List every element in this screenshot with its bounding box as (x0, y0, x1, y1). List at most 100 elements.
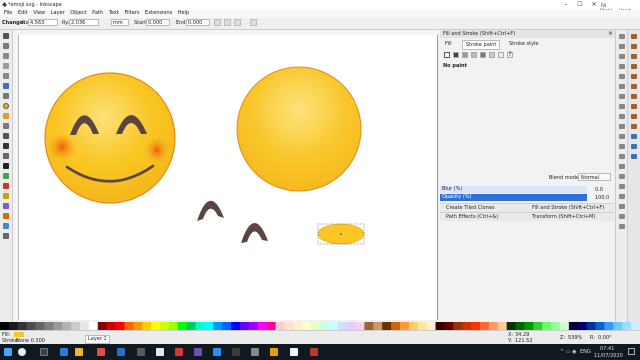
selector-tool-icon[interactable] (3, 33, 9, 39)
app3-icon[interactable] (310, 348, 318, 356)
palette-swatch[interactable] (497, 322, 507, 330)
unit-select[interactable]: mm (111, 19, 129, 26)
clock-time[interactable]: 07:41 (600, 346, 614, 352)
eraser-tool-icon[interactable] (3, 183, 9, 189)
duplicate-icon[interactable] (619, 144, 625, 149)
tweak-tool-icon[interactable] (3, 53, 9, 59)
layers-icon[interactable] (619, 204, 625, 209)
paint-bucket-tool-icon[interactable] (3, 193, 9, 199)
save-icon[interactable] (619, 54, 625, 59)
palette-swatch[interactable] (35, 322, 45, 330)
palette-swatch[interactable] (168, 322, 179, 330)
gradient-tool-icon[interactable] (3, 203, 9, 209)
fill-stroke-icon[interactable] (619, 184, 625, 189)
palette-swatch[interactable] (71, 322, 81, 330)
align-icon[interactable] (619, 224, 625, 229)
close-window-icon[interactable]: ✕ (588, 1, 600, 9)
palette-swatches[interactable] (0, 322, 640, 330)
search-icon[interactable] (18, 348, 26, 356)
snap-toggle-icon[interactable] (631, 34, 637, 39)
swatch-button[interactable] (498, 52, 504, 58)
menu-view[interactable]: View (33, 10, 45, 17)
calligraphy-tool-icon[interactable] (3, 153, 9, 159)
3d-box-tool-icon[interactable] (3, 93, 9, 99)
ry-input[interactable]: 2.036 (69, 19, 99, 26)
windows-start-icon[interactable] (4, 348, 12, 356)
edge-icon[interactable] (60, 348, 68, 356)
zoom-fit-icon[interactable] (619, 134, 625, 139)
settings-icon[interactable] (251, 348, 259, 356)
palette-swatch[interactable] (231, 322, 241, 330)
undo-icon[interactable] (619, 94, 625, 99)
palette-swatch[interactable] (542, 322, 552, 330)
snap-node-icon[interactable] (631, 74, 637, 79)
palette-swatch[interactable] (151, 322, 161, 330)
close-icon[interactable]: × (608, 30, 613, 37)
palette-swatch[interactable] (382, 322, 392, 330)
notifications-icon[interactable] (628, 348, 635, 355)
palette-swatch[interactable] (53, 322, 63, 330)
palette-swatch[interactable] (195, 322, 205, 330)
blur-slider[interactable]: Blur (%) (440, 186, 587, 193)
dock-path-effects[interactable]: Path Effects (Ctrl+&) (446, 213, 498, 221)
menu-file[interactable]: File (4, 10, 12, 17)
menu-filters[interactable]: Filters (124, 10, 139, 17)
redo-icon[interactable] (619, 104, 625, 109)
zoom-tool-icon[interactable] (3, 63, 9, 69)
clock-date[interactable]: 11/07/2020 (594, 353, 623, 359)
palette-swatch[interactable] (604, 322, 614, 330)
zoom-value[interactable]: 539% (568, 335, 582, 341)
palette-swatch[interactable] (204, 322, 214, 330)
menu-extensions[interactable]: Extensions (145, 10, 172, 17)
snap-intersection-icon[interactable] (631, 94, 637, 99)
dock-transform[interactable]: Transform (Shift+Ctrl+M) (532, 213, 595, 221)
palette-swatch[interactable] (17, 322, 27, 330)
print-icon[interactable] (619, 64, 625, 69)
clone-icon[interactable] (619, 154, 625, 159)
dropper-tool-icon[interactable] (3, 223, 9, 229)
tab-fill[interactable]: Fill (442, 40, 455, 48)
pen-tool-icon[interactable] (3, 143, 9, 149)
palette-swatch[interactable] (328, 322, 339, 330)
menu-layer[interactable]: Layer (51, 10, 65, 17)
flat-color-button[interactable] (453, 52, 459, 58)
pattern-button[interactable] (489, 52, 495, 58)
palette-swatch[interactable] (302, 322, 312, 330)
rx-input[interactable]: 4.563 (28, 19, 58, 26)
palette-swatch[interactable] (622, 322, 632, 330)
no-paint-button[interactable] (444, 52, 450, 58)
file-explorer-icon[interactable] (75, 348, 83, 356)
palette-swatch[interactable] (480, 322, 490, 330)
snap-midpoint-icon[interactable] (631, 104, 637, 109)
palette-swatch[interactable] (533, 322, 543, 330)
palette-swatch[interactable] (62, 322, 72, 330)
palette-swatch[interactable] (462, 322, 472, 330)
palette-swatch[interactable] (248, 322, 259, 330)
segment-button[interactable] (224, 19, 231, 26)
pencil-tool-icon[interactable] (3, 133, 9, 139)
smiling-emoji[interactable] (44, 72, 176, 204)
palette-swatch[interactable] (506, 322, 516, 330)
palette-swatch[interactable] (524, 322, 534, 330)
palette-swatch[interactable] (266, 322, 276, 330)
mesh-gradient-button[interactable] (480, 52, 486, 58)
spiral-tool-icon[interactable] (3, 123, 9, 129)
palette-swatch[interactable] (471, 322, 481, 330)
opacity-value[interactable]: 100.0 (595, 195, 609, 201)
palette-swatch[interactable] (613, 322, 623, 330)
arch-piece-left[interactable] (197, 200, 224, 221)
palette-swatch[interactable] (106, 322, 116, 330)
tray-icons[interactable]: ^ ▭ ◉ (560, 349, 576, 355)
palette-swatch[interactable] (373, 322, 383, 330)
drawing-canvas[interactable] (19, 35, 438, 320)
rectangle-tool-icon[interactable] (3, 83, 9, 89)
minimize-icon[interactable]: – (560, 1, 572, 9)
palette-swatch[interactable] (115, 322, 125, 330)
snap-rotation-center-icon[interactable] (631, 124, 637, 129)
palette-swatch[interactable] (631, 322, 640, 330)
maps-icon[interactable] (156, 348, 164, 356)
linear-gradient-button[interactable] (462, 52, 468, 58)
rotation-value[interactable]: 0.00° (598, 335, 612, 341)
measure-tool-icon[interactable] (3, 73, 9, 79)
palette-swatch[interactable] (133, 322, 143, 330)
